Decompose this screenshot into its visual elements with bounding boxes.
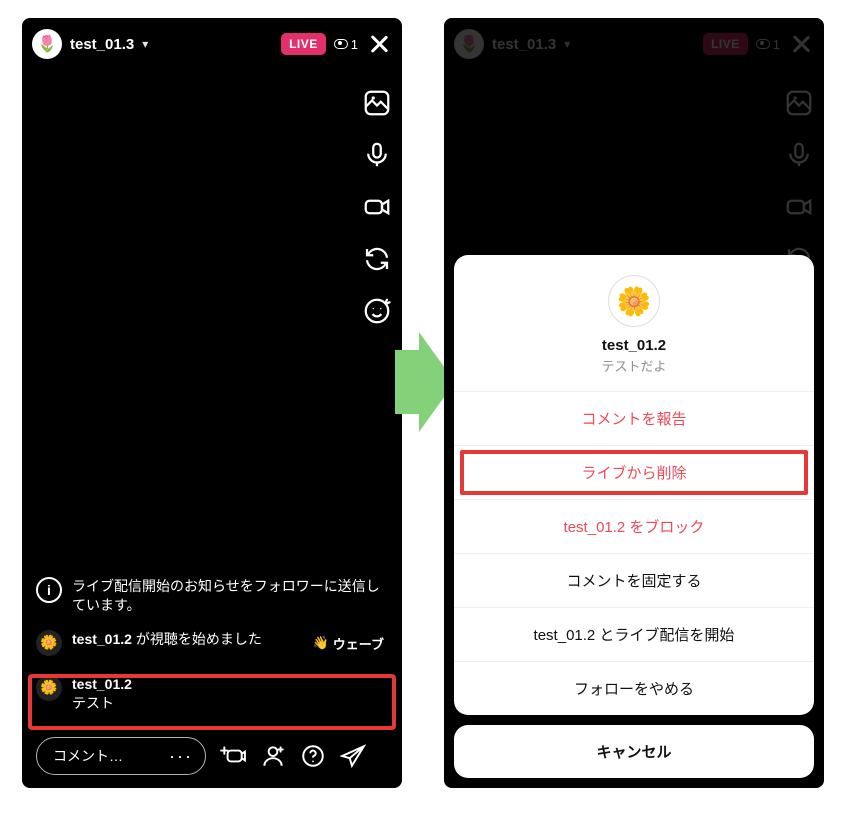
target-user-subtitle: テストだよ xyxy=(464,356,804,375)
viewer-joined-text: test_01.2 が視聴を始めました xyxy=(72,630,299,650)
broadcaster-username[interactable]: test_01.3 xyxy=(70,36,134,53)
action-sheet-option[interactable]: コメントを固定する xyxy=(454,553,814,607)
action-sheet-option[interactable]: test_01.2 をブロック xyxy=(454,499,814,553)
close-icon[interactable] xyxy=(366,31,392,57)
action-sheet-header: test_01.2 テストだよ xyxy=(454,255,814,391)
wave-button[interactable]: 👋 ウェーブ xyxy=(309,630,388,657)
viewer-count[interactable]: 1 xyxy=(334,37,358,52)
face-effects-icon[interactable] xyxy=(362,296,392,326)
action-sheet-option[interactable]: test_01.2 とライブ配信を開始 xyxy=(454,607,814,661)
action-sheet-option[interactable]: ライブから削除 xyxy=(454,445,814,499)
viewer-joined-row[interactable]: test_01.2 が視聴を始めました 👋 ウェーブ xyxy=(36,630,388,657)
gallery-icon[interactable] xyxy=(362,88,392,118)
share-icon[interactable] xyxy=(340,743,366,769)
add-guest-icon[interactable] xyxy=(220,743,246,769)
invite-user-icon[interactable] xyxy=(260,743,286,769)
target-user-avatar xyxy=(608,275,660,327)
live-header: test_01.3 ▾ LIVE 1 xyxy=(22,18,402,70)
live-broadcast-screen: test_01.3 ▾ LIVE 1 xyxy=(22,18,402,788)
live-badge: LIVE xyxy=(281,33,326,55)
live-bottom-bar: コメント… ··· xyxy=(22,730,402,788)
comment-row[interactable]: test_01.2 テスト xyxy=(36,671,388,718)
eye-icon xyxy=(334,39,348,49)
broadcast-notice-text: ライブ配信開始のお知らせをフォロワーに送信しています。 xyxy=(72,577,388,616)
action-sheet: test_01.2 テストだよ コメントを報告ライブから削除test_01.2 … xyxy=(454,255,814,778)
highlight-box xyxy=(460,450,808,495)
video-camera-icon[interactable] xyxy=(362,192,392,222)
commenter-avatar xyxy=(36,675,62,701)
question-icon[interactable] xyxy=(300,743,326,769)
action-sheet-option[interactable]: フォローをやめる xyxy=(454,661,814,715)
comment-placeholder: コメント… xyxy=(53,746,123,766)
more-options-icon[interactable]: ··· xyxy=(169,746,193,767)
action-sheet-main: test_01.2 テストだよ コメントを報告ライブから削除test_01.2 … xyxy=(454,255,814,715)
broadcaster-avatar[interactable] xyxy=(32,29,62,59)
live-feed: i ライブ配信開始のお知らせをフォロワーに送信しています。 test_01.2 … xyxy=(22,577,402,724)
wave-hand-icon: 👋 xyxy=(313,635,329,651)
broadcast-notice: i ライブ配信開始のお知らせをフォロワーに送信しています。 xyxy=(36,577,388,616)
viewer-count-value: 1 xyxy=(351,37,358,52)
action-sheet-cancel[interactable]: キャンセル xyxy=(454,725,814,778)
flip-camera-icon[interactable] xyxy=(362,244,392,274)
target-username: test_01.2 xyxy=(464,337,804,354)
comment-body: test_01.2 テスト xyxy=(72,675,388,714)
action-sheet-option[interactable]: コメントを報告 xyxy=(454,391,814,445)
wave-label: ウェーブ xyxy=(333,634,384,653)
comment-input[interactable]: コメント… ··· xyxy=(36,737,206,775)
info-icon: i xyxy=(36,577,62,603)
live-tools-column xyxy=(362,88,392,326)
viewer-avatar xyxy=(36,630,62,656)
microphone-icon[interactable] xyxy=(362,140,392,170)
action-sheet-screen: test_01.3 ▾ LIVE 1 xyxy=(444,18,824,788)
chevron-down-icon[interactable]: ▾ xyxy=(142,37,148,51)
